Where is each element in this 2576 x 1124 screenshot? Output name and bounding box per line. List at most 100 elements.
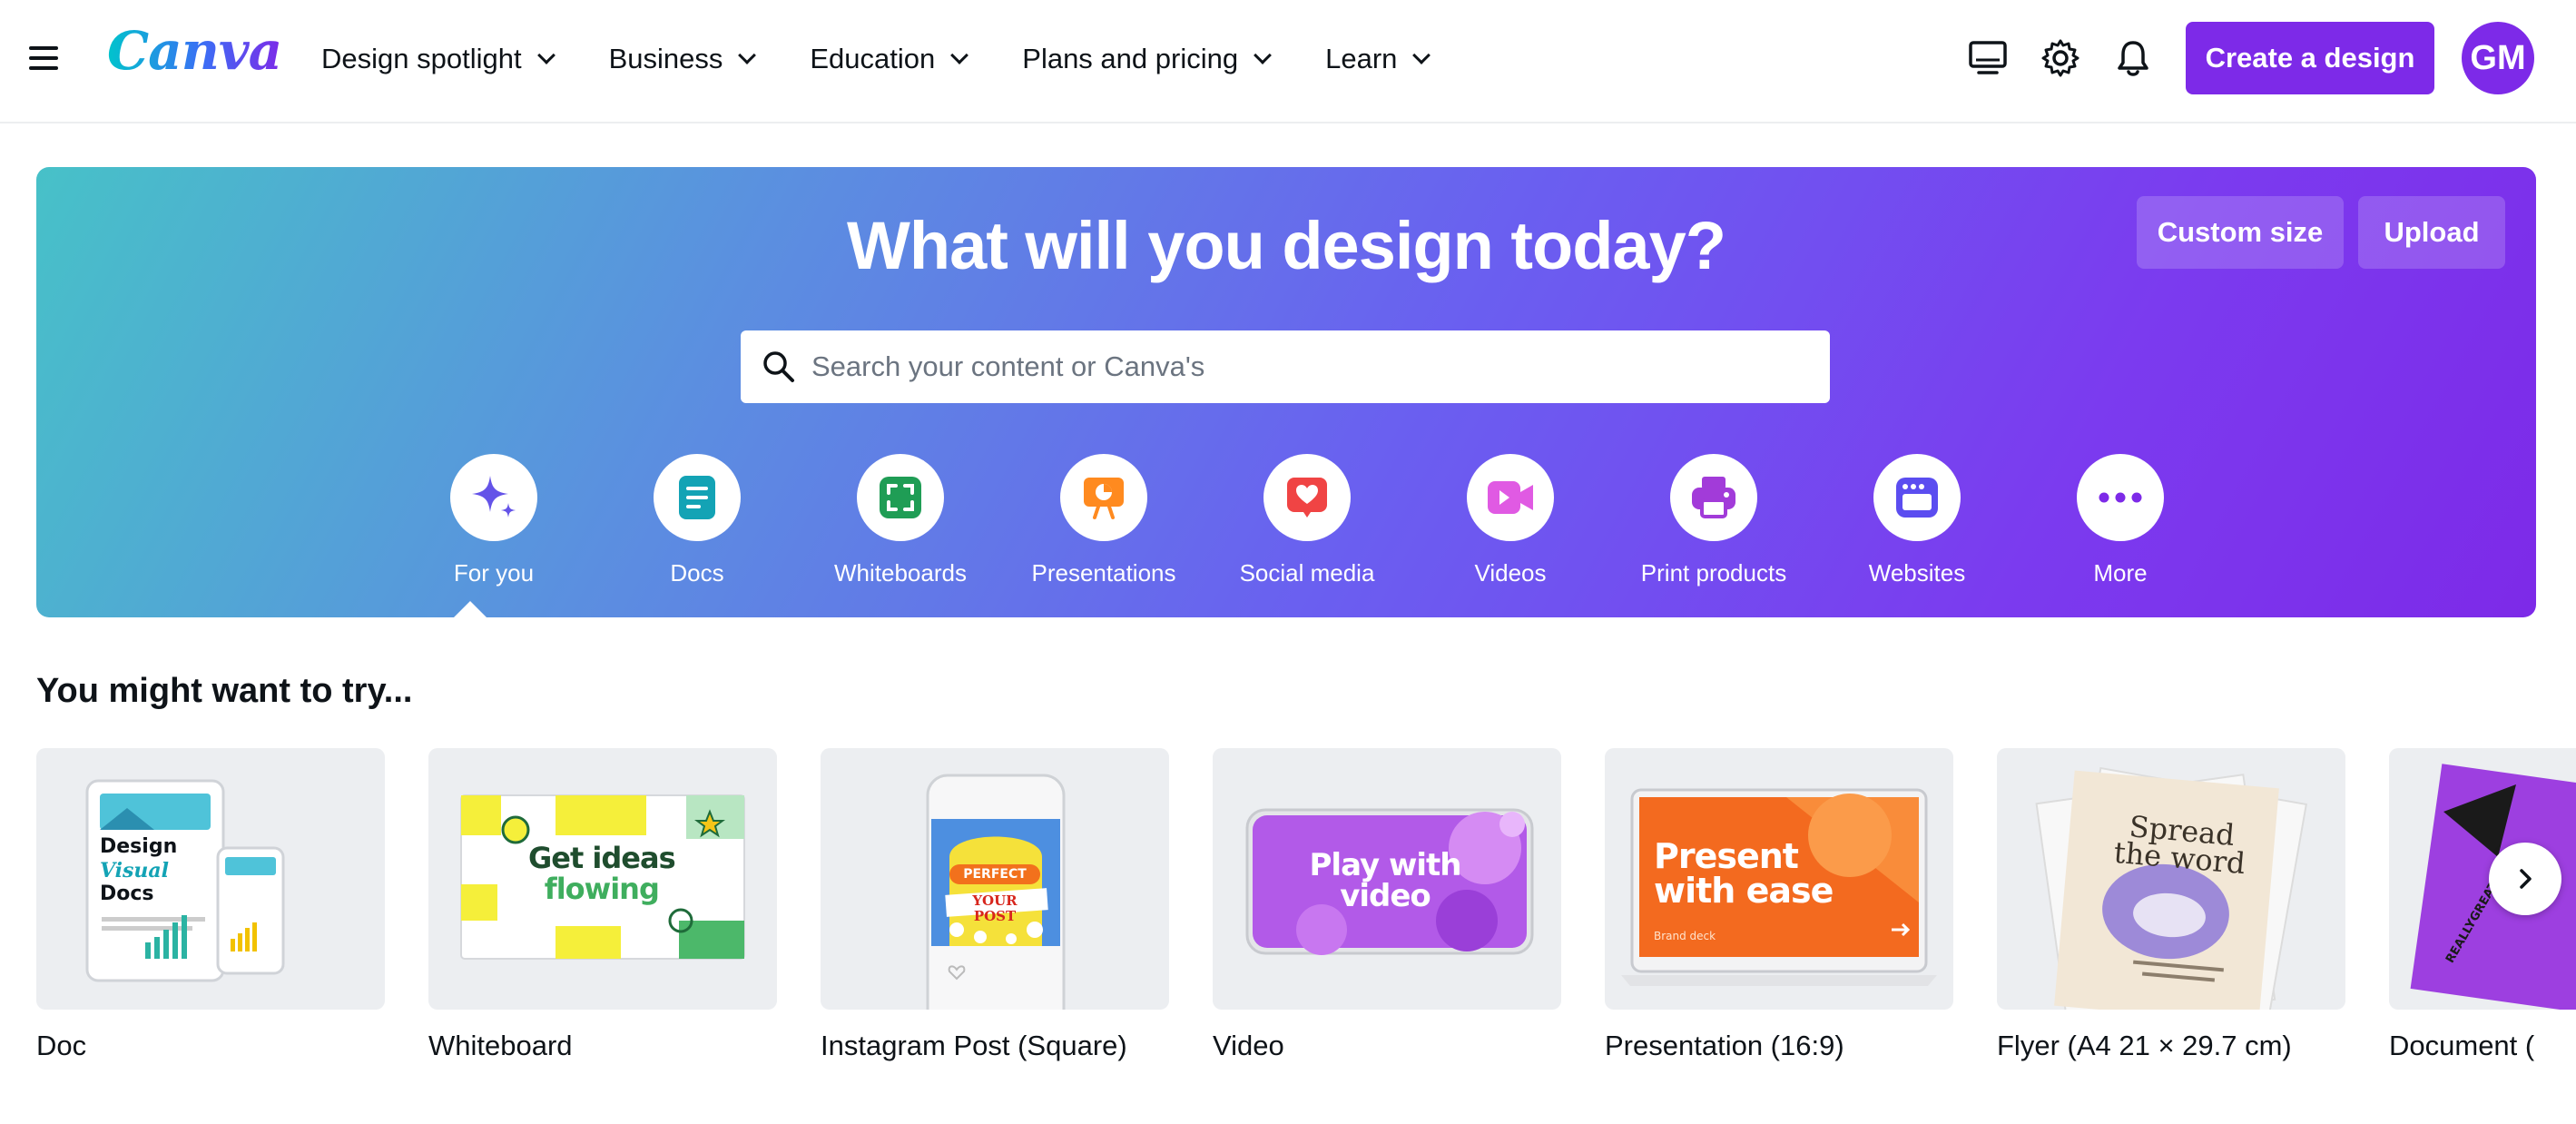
menu-learn[interactable]: Learn	[1325, 43, 1431, 75]
thumbnail-text: Play with video	[1285, 850, 1485, 912]
section-title: You might want to try...	[36, 672, 413, 710]
category-social-media[interactable]: Social media	[1205, 454, 1409, 587]
website-icon	[1873, 454, 1961, 541]
category-label: Websites	[1868, 559, 1966, 587]
search-input[interactable]	[811, 330, 1830, 403]
card-label: Doc	[36, 1030, 87, 1061]
category-videos[interactable]: Videos	[1409, 454, 1612, 587]
card-thumbnail: Spread the word	[1997, 748, 2345, 1010]
main-menu: Design spotlight Business Education Plan…	[321, 0, 1484, 118]
upload-button[interactable]: Upload	[2358, 196, 2505, 269]
card-label: Video	[1213, 1030, 1284, 1061]
chevron-down-icon	[950, 46, 969, 64]
menu-label: Plans and pricing	[1022, 43, 1239, 74]
menu-label: Education	[810, 43, 936, 74]
card-label: Document (	[2389, 1030, 2535, 1061]
category-label: More	[2093, 559, 2148, 587]
thumbnail-text-line: YOUR POST	[972, 892, 1018, 924]
category-shortcuts: For you Docs Whiteboards Presentations S…	[392, 454, 2425, 599]
menu-label: Learn	[1325, 43, 1398, 74]
avatar[interactable]: GM	[2462, 22, 2534, 94]
thumbnail-text: Get ideas flowing	[528, 841, 676, 906]
thumbnail-text-line: Play with	[1309, 847, 1462, 883]
design-type-card-video[interactable]: Play with video Video	[1213, 748, 1561, 1062]
card-thumbnail: Play with video	[1213, 748, 1561, 1010]
category-websites[interactable]: Websites	[1815, 454, 2019, 587]
canva-logo[interactable]: Canva	[107, 20, 282, 82]
thumbnail-text-line: Brand deck	[1654, 930, 1716, 942]
category-label: Presentations	[1031, 559, 1176, 587]
thumbnail-text-line: Docs	[100, 882, 154, 905]
menu-label: Business	[608, 43, 723, 74]
design-type-card-doc[interactable]: Design Visual Docs Doc	[36, 748, 385, 1062]
search-bar	[741, 330, 1830, 403]
chevron-down-icon	[1412, 46, 1431, 64]
card-label: Whiteboard	[428, 1030, 573, 1061]
chevron-down-icon	[1254, 46, 1272, 64]
carousel-next-button[interactable]	[2489, 843, 2561, 915]
card-thumbnail: Get ideas flowing	[428, 748, 777, 1010]
category-presentations[interactable]: Presentations	[1002, 454, 1205, 587]
suggestion-carousel: Design Visual Docs Doc Get ideas flowing…	[36, 748, 2576, 1075]
thumbnail-text-line: Design	[100, 835, 178, 858]
thumbnail-text-line: with ease	[1654, 871, 1834, 911]
card-label: Instagram Post (Square)	[821, 1030, 1127, 1061]
menu-education[interactable]: Education	[810, 43, 969, 75]
chevron-down-icon	[738, 46, 757, 64]
menu-design-spotlight[interactable]: Design spotlight	[321, 43, 556, 75]
thumbnail-text: PERFECT YOUR POST	[949, 867, 1040, 924]
selected-category-indicator	[454, 601, 487, 617]
custom-size-button[interactable]: Custom size	[2137, 196, 2344, 269]
design-type-card-whiteboard[interactable]: Get ideas flowing Whiteboard	[428, 748, 777, 1062]
card-label: Presentation (16:9)	[1605, 1030, 1844, 1061]
desktop-app-icon[interactable]	[1962, 33, 2013, 84]
category-label: For you	[453, 559, 535, 587]
menu-plans-and-pricing[interactable]: Plans and pricing	[1022, 43, 1272, 75]
top-navigation: Canva Design spotlight Business Educatio…	[0, 0, 2576, 123]
category-label: Videos	[1474, 559, 1547, 587]
design-type-card-instagram-post[interactable]: PERFECT YOUR POST Instagram Post (Square…	[821, 748, 1169, 1062]
category-docs[interactable]: Docs	[595, 454, 799, 587]
chevron-right-icon	[2520, 869, 2532, 889]
thumbnail-text-line: video	[1340, 878, 1431, 914]
category-print-products[interactable]: Print products	[1612, 454, 1815, 587]
menu-label: Design spotlight	[321, 43, 522, 74]
notifications-bell-icon[interactable]	[2108, 33, 2158, 84]
category-whiteboards[interactable]: Whiteboards	[799, 454, 1002, 587]
hero-banner: What will you design today? Custom size …	[36, 167, 2536, 617]
card-label: Flyer (A4 21 × 29.7 cm)	[1997, 1030, 2292, 1061]
thumbnail-text-line: Present	[1654, 836, 1799, 876]
doc-icon	[654, 454, 741, 541]
thumbnail-text-line: Visual	[100, 859, 170, 882]
design-type-card-presentation[interactable]: Present with ease Brand deck Presentatio…	[1605, 748, 1953, 1062]
thumbnail-text: Present with ease Brand deck	[1654, 836, 1834, 942]
category-label: Docs	[670, 559, 724, 587]
card-thumbnail: PERFECT YOUR POST	[821, 748, 1169, 1010]
gear-icon[interactable]	[2035, 33, 2086, 84]
chevron-down-icon	[536, 46, 556, 64]
heart-icon	[1263, 454, 1351, 541]
create-design-button[interactable]: Create a design	[2186, 22, 2434, 94]
category-for-you[interactable]: For you	[392, 454, 595, 587]
category-label: Social media	[1239, 559, 1375, 587]
menu-business[interactable]: Business	[608, 43, 757, 75]
sparkle-icon	[450, 454, 537, 541]
thumbnail-text-line: PERFECT	[963, 867, 1027, 882]
design-type-card-flyer[interactable]: Spread the word Flyer (A4 21 × 29.7 cm)	[1997, 748, 2345, 1062]
thumbnail-text-line: flowing	[544, 872, 660, 906]
thumbnail-text-line: Get ideas	[528, 841, 676, 875]
thumbnail-text: Spread the word	[2112, 809, 2249, 881]
more-icon	[2077, 454, 2164, 541]
card-thumbnail: Design Visual Docs	[36, 748, 385, 1010]
whiteboard-icon	[857, 454, 944, 541]
thumbnail-text: Design Visual Docs	[100, 835, 177, 906]
search-icon	[757, 345, 801, 389]
video-icon	[1467, 454, 1554, 541]
category-label: Whiteboards	[834, 559, 967, 587]
card-thumbnail: Present with ease Brand deck	[1605, 748, 1953, 1010]
hamburger-menu-icon[interactable]	[29, 44, 58, 73]
category-label: Print products	[1640, 559, 1787, 587]
presentation-icon	[1060, 454, 1147, 541]
printer-icon	[1670, 454, 1757, 541]
category-more[interactable]: More	[2019, 454, 2222, 587]
